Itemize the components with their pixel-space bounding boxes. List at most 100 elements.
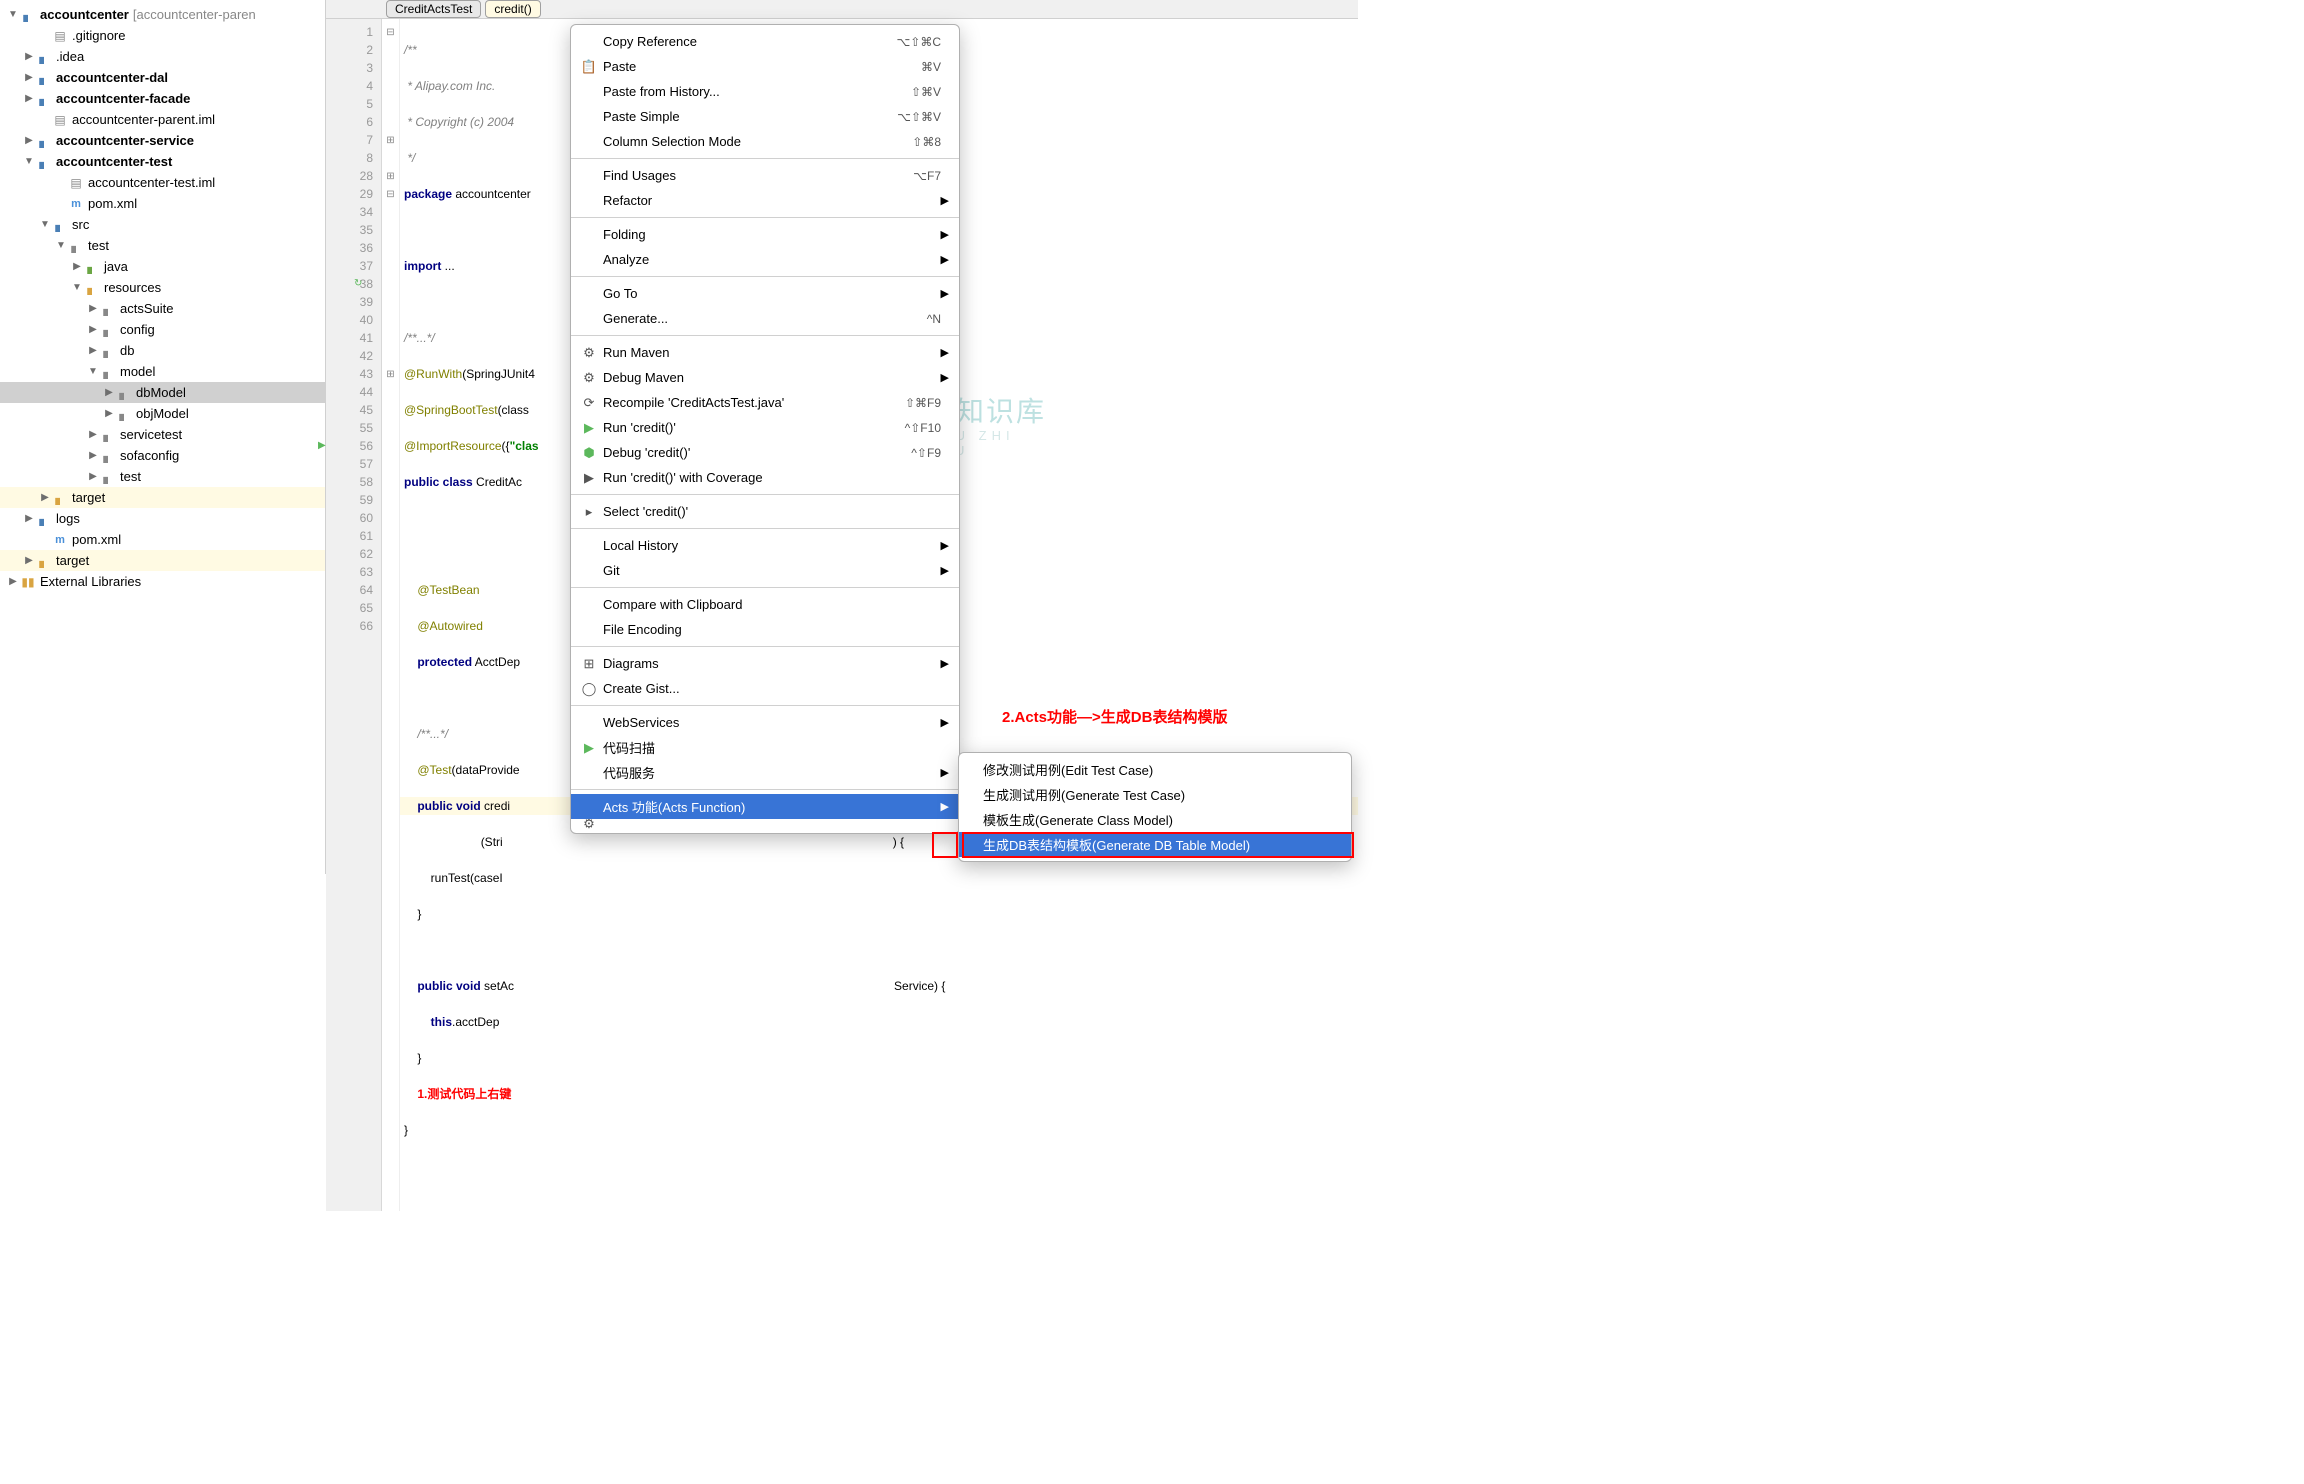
expand-arrow-icon[interactable]: ▶ — [104, 409, 114, 419]
expand-arrow-icon[interactable]: ▶ — [88, 430, 98, 440]
tree-item[interactable]: ▼▖src — [0, 214, 325, 235]
menu-item[interactable]: Local History▶ — [571, 533, 959, 558]
tree-item[interactable]: ▼▖accountcenter-test — [0, 151, 325, 172]
tree-item[interactable]: ▶▖db — [0, 340, 325, 361]
menu-item[interactable]: Copy Reference⌥⇧⌘C — [571, 29, 959, 54]
expand-arrow-icon[interactable]: ▶ — [88, 346, 98, 356]
tree-item[interactable]: ▶▖target — [0, 550, 325, 571]
menu-item[interactable]: ▶Run 'credit()' with Coverage — [571, 465, 959, 490]
menu-item[interactable]: ◯Create Gist... — [571, 676, 959, 701]
expand-arrow-icon[interactable]: ▶ — [8, 577, 18, 587]
tree-item[interactable]: ▶▖test — [0, 466, 325, 487]
tree-item[interactable]: ▶▖objModel — [0, 403, 325, 424]
tree-item[interactable]: ▶mpom.xml — [0, 529, 325, 550]
menu-item[interactable]: ⟳Recompile 'CreditActsTest.java'⇧⌘F9 — [571, 390, 959, 415]
expand-arrow-icon[interactable]: ▶ — [40, 493, 50, 503]
menu-item[interactable]: WebServices▶ — [571, 710, 959, 735]
menu-item[interactable]: ▶Run 'credit()'^⇧F10 — [571, 415, 959, 440]
tree-item[interactable]: ▶▖ dbModel — [0, 382, 325, 403]
submenu-item[interactable]: 生成测试用例(Generate Test Case) — [959, 782, 1351, 807]
expand-arrow-icon[interactable]: ▶ — [88, 472, 98, 482]
menu-item[interactable]: 📋Paste⌘V — [571, 54, 959, 79]
menu-item[interactable]: Column Selection Mode⇧⌘8 — [571, 129, 959, 154]
menu-item[interactable]: Git▶ — [571, 558, 959, 583]
tree-item[interactable]: ▶▖actsSuite — [0, 298, 325, 319]
tree-item-label: dbModel — [136, 385, 186, 400]
expand-arrow-icon[interactable]: ▶ — [72, 262, 82, 272]
submenu-item[interactable]: 修改测试用例(Edit Test Case) — [959, 757, 1351, 782]
submenu-arrow-icon: ▶ — [941, 716, 949, 729]
expand-arrow-icon[interactable]: ▼ — [72, 283, 82, 293]
expand-arrow-icon[interactable]: ▶ — [24, 514, 34, 524]
tree-root[interactable]: ▼ ▖ accountcenter [accountcenter-paren — [0, 4, 325, 25]
expand-arrow-icon[interactable]: ▶ — [24, 556, 34, 566]
menu-icon — [579, 311, 599, 327]
tree-item[interactable]: ▶▤.gitignore — [0, 25, 325, 46]
menu-item[interactable]: ⬢Debug 'credit()'^⇧F9 — [571, 440, 959, 465]
menu-item[interactable]: ⚙Debug Maven▶ — [571, 365, 959, 390]
menu-item[interactable]: Go To▶ — [571, 281, 959, 306]
expand-arrow-icon[interactable]: ▶ — [24, 94, 34, 104]
tree-item[interactable]: ▶▤accountcenter-test.iml — [0, 172, 325, 193]
menu-item-label: Debug 'credit()' — [603, 445, 911, 460]
tree-item[interactable]: ▶▖accountcenter-facade — [0, 88, 325, 109]
menu-item[interactable]: ⚙ — [571, 819, 959, 829]
tree-item[interactable]: ▶▖java — [0, 256, 325, 277]
menu-item-label: File Encoding — [603, 622, 941, 637]
menu-item[interactable]: ▸Select 'credit()' — [571, 499, 959, 524]
tree-item-label: accountcenter-service — [56, 133, 194, 148]
tree-item[interactable]: ▼▖model — [0, 361, 325, 382]
tree-item[interactable]: ▶▖accountcenter-service — [0, 130, 325, 151]
breadcrumb-class[interactable]: CreditActsTest — [386, 0, 481, 18]
folder-icon: ▖ — [116, 385, 132, 401]
menu-item[interactable]: Generate...^N — [571, 306, 959, 331]
tree-item[interactable]: ▶▖logs — [0, 508, 325, 529]
menu-item[interactable]: Refactor▶ — [571, 188, 959, 213]
tree-item[interactable]: ▶mpom.xml — [0, 193, 325, 214]
fold-column[interactable]: ⊟⊞⊞⊟⊞ — [382, 19, 400, 1211]
menu-item[interactable]: Paste Simple⌥⇧⌘V — [571, 104, 959, 129]
expand-arrow-icon[interactable]: ▶ — [24, 136, 34, 146]
breadcrumb-method[interactable]: credit() — [485, 0, 540, 18]
tree-item[interactable]: ▶▖sofaconfig — [0, 445, 325, 466]
menu-item[interactable]: ▶代码扫描 — [571, 735, 959, 760]
menu-item[interactable]: ⊞Diagrams▶ — [571, 651, 959, 676]
menu-shortcut: ⌥F7 — [913, 169, 941, 183]
menu-item[interactable]: ⚙Run Maven▶ — [571, 340, 959, 365]
menu-item[interactable]: Folding▶ — [571, 222, 959, 247]
tree-item[interactable]: ▶▖accountcenter-dal — [0, 67, 325, 88]
submenu-item[interactable]: 模板生成(Generate Class Model) — [959, 807, 1351, 832]
folder-icon: ▖ — [84, 259, 100, 275]
line-gutter[interactable]: 1234567828293435363738↻39404142434445555… — [326, 19, 382, 1211]
menu-item[interactable]: Acts 功能(Acts Function)▶ — [571, 794, 959, 819]
tree-item[interactable]: ▼▖resources — [0, 277, 325, 298]
expand-arrow-icon[interactable]: ▶ — [24, 73, 34, 83]
menu-item[interactable]: Find Usages⌥F7 — [571, 163, 959, 188]
menu-item[interactable]: Paste from History...⇧⌘V — [571, 79, 959, 104]
menu-item[interactable]: Analyze▶ — [571, 247, 959, 272]
menu-item[interactable]: Compare with Clipboard — [571, 592, 959, 617]
expand-arrow-icon[interactable]: ▶ — [88, 451, 98, 461]
menu-item[interactable]: File Encoding — [571, 617, 959, 642]
menu-shortcut: ⇧⌘V — [911, 85, 941, 99]
tree-item[interactable]: ▶▖target — [0, 487, 325, 508]
tree-item[interactable]: ▶▤accountcenter-parent.iml — [0, 109, 325, 130]
expand-arrow-icon[interactable]: ▼ — [8, 10, 18, 20]
expand-arrow-icon[interactable]: ▼ — [56, 241, 66, 251]
menu-item-label: Paste — [603, 59, 921, 74]
tree-item[interactable]: ▶▖.idea — [0, 46, 325, 67]
expand-arrow-icon[interactable]: ▶ — [88, 304, 98, 314]
submenu-item[interactable]: 生成DB表结构模板(Generate DB Table Model) — [959, 832, 1351, 857]
expand-arrow-icon[interactable]: ▶ — [24, 52, 34, 62]
menu-icon — [579, 34, 599, 50]
tree-item[interactable]: ▼▖test — [0, 235, 325, 256]
tree-item[interactable]: ▶▖config — [0, 319, 325, 340]
menu-item[interactable]: 代码服务▶ — [571, 760, 959, 785]
expand-arrow-icon[interactable]: ▶ — [104, 388, 114, 398]
external-libraries[interactable]: ▶ ▮▮ External Libraries — [0, 571, 325, 592]
tree-item[interactable]: ▶▖servicetest — [0, 424, 325, 445]
expand-arrow-icon[interactable]: ▼ — [24, 157, 34, 167]
expand-arrow-icon[interactable]: ▶ — [88, 325, 98, 335]
expand-arrow-icon[interactable]: ▼ — [40, 220, 50, 230]
expand-arrow-icon[interactable]: ▼ — [88, 367, 98, 377]
